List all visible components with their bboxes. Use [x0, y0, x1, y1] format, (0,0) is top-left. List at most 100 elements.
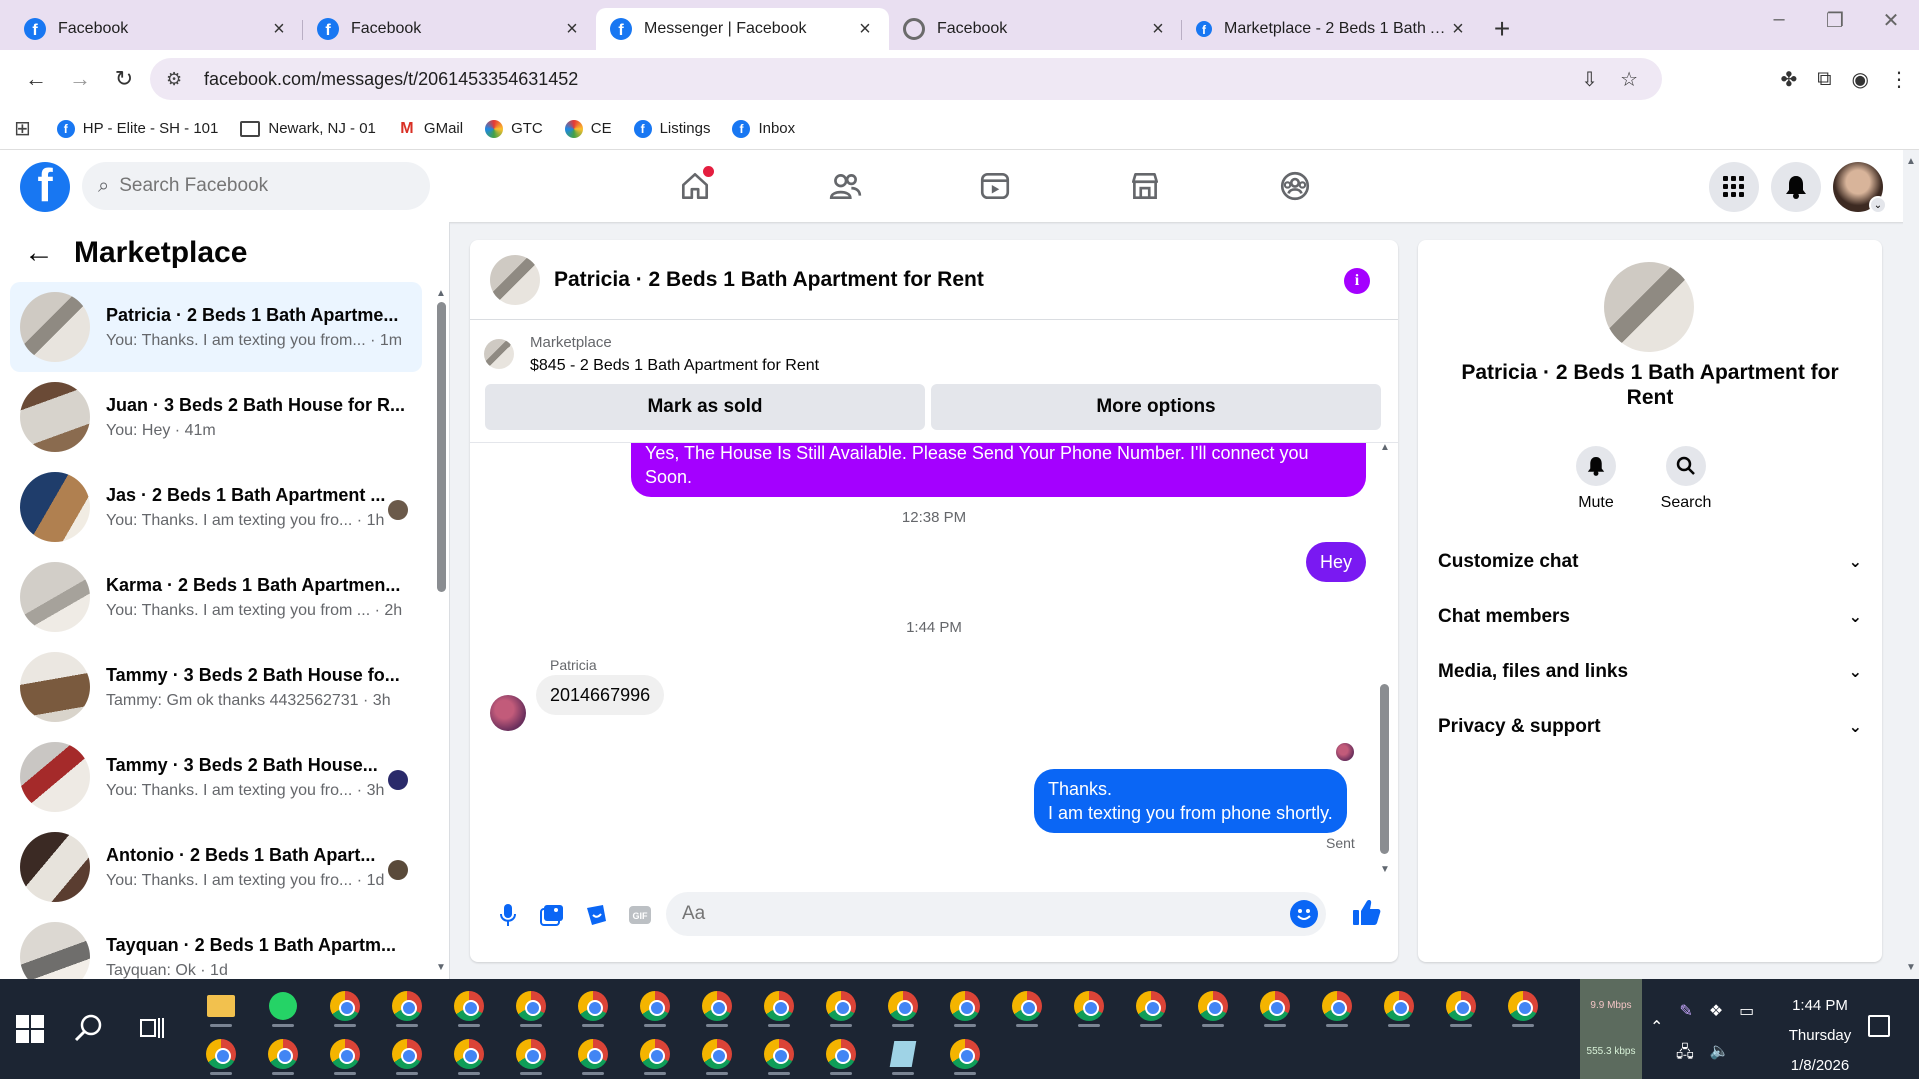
address-bar[interactable]: ⚙ facebook.com/messages/t/20614533546314…	[150, 58, 1662, 100]
bookmark[interactable]: CE	[564, 119, 612, 138]
apps-grid-icon[interactable]: ⊞	[14, 116, 31, 141]
conversation-avatar[interactable]	[490, 254, 540, 305]
forward-icon[interactable]: →	[58, 59, 102, 99]
gif-icon[interactable]: GIF	[618, 893, 662, 937]
network-icon[interactable]: 🖧	[1676, 1041, 1694, 1068]
taskbar-app[interactable]	[1306, 983, 1368, 1029]
taskbar-app[interactable]	[500, 1031, 562, 1077]
scroll-up-icon[interactable]: ▲	[436, 288, 446, 299]
browser-tab[interactable]: f Marketplace - 2 Beds 1 Bath Ap ×	[1182, 8, 1482, 50]
taskbar-app[interactable]	[810, 983, 872, 1029]
taskbar-app[interactable]	[686, 983, 748, 1029]
taskbar-app[interactable]	[624, 983, 686, 1029]
facebook-search-input[interactable]	[119, 175, 400, 197]
nav-marketplace[interactable]	[1070, 150, 1220, 222]
close-icon[interactable]: ×	[269, 18, 289, 41]
system-clock[interactable]: 1:44 PM Thursday 1/8/2026	[1770, 991, 1870, 1079]
browser-tab-active[interactable]: f Messenger | Facebook ×	[596, 8, 889, 50]
taskbar-app[interactable]	[686, 1031, 748, 1077]
taskbar-app[interactable]	[624, 1031, 686, 1077]
mark-as-sold-button[interactable]: Mark as sold	[485, 384, 925, 430]
taskbar-app[interactable]	[872, 1031, 934, 1077]
taskbar-app[interactable]	[810, 1031, 872, 1077]
message-input[interactable]	[682, 903, 1262, 925]
search-icon[interactable]	[74, 1013, 104, 1043]
taskbar-app[interactable]	[438, 983, 500, 1029]
section-privacy-support[interactable]: Privacy & support ⌄	[1438, 699, 1862, 754]
tab-search-icon[interactable]: ⧉	[1817, 68, 1831, 91]
scroll-down-icon[interactable]: ▼	[436, 962, 446, 973]
taskbar-app[interactable]	[190, 1031, 252, 1077]
taskbar-app[interactable]	[748, 1031, 810, 1077]
emoji-icon[interactable]	[1290, 900, 1318, 928]
conversation-item[interactable]: Antonio · 2 Beds 1 Bath Apart... You: Tha…	[10, 822, 422, 912]
taskbar-app[interactable]	[376, 1031, 438, 1077]
profile-icon[interactable]: ◉	[1852, 67, 1869, 92]
taskbar-app[interactable]	[1492, 983, 1554, 1029]
extensions-icon[interactable]: ✤	[1781, 67, 1798, 92]
nav-video[interactable]	[920, 150, 1070, 222]
taskbar-app[interactable]	[500, 983, 562, 1029]
bookmark[interactable]: GTC	[485, 119, 543, 138]
section-media-files[interactable]: Media, files and links ⌄	[1438, 644, 1862, 699]
scroll-up-icon[interactable]: ▲	[1380, 442, 1390, 453]
bookmark[interactable]: M GMail	[398, 120, 463, 138]
facebook-search[interactable]: ⌕	[82, 162, 430, 210]
conversation-item[interactable]: Karma · 2 Beds 1 Bath Apartmen... You: Th…	[10, 552, 422, 642]
taskbar-app[interactable]	[562, 1031, 624, 1077]
taskbar-app[interactable]	[1058, 983, 1120, 1029]
close-icon[interactable]: ×	[562, 18, 582, 41]
browser-tab[interactable]: f Facebook ×	[10, 8, 303, 50]
bookmark[interactable]: f HP - Elite - SH - 101	[56, 119, 218, 138]
search-in-chat-button[interactable]: Search	[1658, 446, 1714, 512]
message-bubble-outgoing[interactable]: Yes, The House Is Still Available. Pleas…	[631, 443, 1366, 497]
section-customize-chat[interactable]: Customize chat ⌄	[1438, 534, 1862, 589]
taskbar-app[interactable]	[934, 1031, 996, 1077]
photo-icon[interactable]	[530, 893, 574, 937]
taskbar-app[interactable]	[748, 983, 810, 1029]
scroll-up-icon[interactable]: ▲	[1906, 156, 1916, 167]
microphone-icon[interactable]	[486, 893, 530, 937]
info-icon[interactable]: i	[1344, 268, 1370, 294]
browser-tab[interactable]: Facebook ×	[889, 8, 1182, 50]
nav-groups[interactable]	[1220, 150, 1370, 222]
taskbar-app[interactable]	[252, 983, 314, 1029]
taskbar-app[interactable]	[438, 1031, 500, 1077]
volume-icon[interactable]: 🔈	[1710, 1041, 1730, 1068]
site-settings-icon[interactable]: ⚙	[166, 69, 188, 90]
conversation-item[interactable]: Juan · 3 Beds 2 Bath House for R... You: …	[10, 372, 422, 462]
message-input-wrap[interactable]	[666, 892, 1326, 936]
bookmark[interactable]: f Listings	[633, 119, 710, 138]
nav-home[interactable]	[620, 150, 770, 222]
menu-grid-button[interactable]	[1709, 162, 1759, 212]
thumbs-up-icon[interactable]	[1352, 898, 1382, 931]
scroll-down-icon[interactable]: ▼	[1906, 962, 1916, 973]
taskbar-app[interactable]	[1244, 983, 1306, 1029]
conversation-item[interactable]: Tammy · 3 Beds 2 Bath House... You: Thank…	[10, 732, 422, 822]
chat-list-scrollbar[interactable]: ▲	[436, 288, 446, 812]
pen-icon[interactable]: ✎	[1679, 1001, 1692, 1037]
section-chat-members[interactable]: Chat members ⌄	[1438, 589, 1862, 644]
message-bubble-incoming[interactable]: 2014667996	[536, 675, 665, 715]
browser-tab[interactable]: f Facebook ×	[303, 8, 596, 50]
close-icon[interactable]: ×	[1448, 18, 1468, 41]
conversation-item[interactable]: Jas · 2 Beds 1 Bath Apartment ... You: Th…	[10, 462, 422, 552]
taskbar-app[interactable]	[996, 983, 1058, 1029]
taskbar-app[interactable]	[252, 1031, 314, 1077]
minimize-icon[interactable]: –	[1751, 8, 1807, 33]
mute-button[interactable]: Mute	[1568, 446, 1624, 512]
conversation-item[interactable]: Tammy · 3 Beds 2 Bath House fo... Tammy: …	[10, 642, 422, 732]
windows-start-icon[interactable]	[16, 1015, 44, 1043]
back-icon[interactable]: ←	[14, 59, 58, 99]
new-tab-button[interactable]: +	[1482, 8, 1522, 50]
facebook-logo-icon[interactable]: f	[20, 162, 70, 212]
conversation-title[interactable]: Patricia · 2 Beds 1 Bath Apartment for R…	[554, 268, 984, 292]
taskbar-app[interactable]	[562, 983, 624, 1029]
restore-icon[interactable]: ❐	[1807, 8, 1863, 33]
taskbar-app[interactable]	[1182, 983, 1244, 1029]
notification-center-icon[interactable]	[1868, 1015, 1890, 1037]
taskbar-app[interactable]	[872, 983, 934, 1029]
close-icon[interactable]: ×	[855, 18, 875, 41]
reload-icon[interactable]: ↻	[102, 59, 146, 99]
back-arrow-icon[interactable]: ←	[24, 236, 54, 270]
